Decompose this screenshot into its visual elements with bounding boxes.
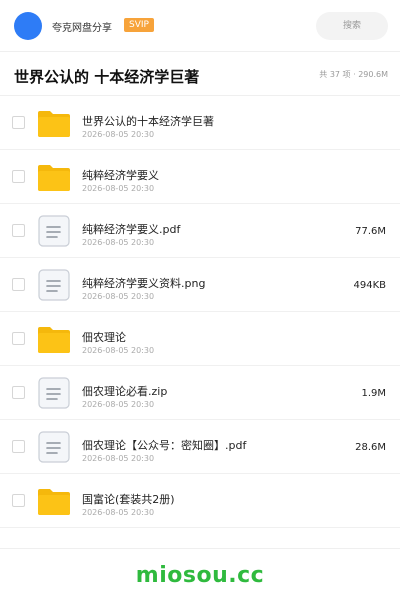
- search-box[interactable]: 搜索: [316, 12, 388, 40]
- file-name[interactable]: 纯粹经济学要义.pdf: [82, 221, 180, 237]
- row-checkbox[interactable]: [12, 278, 25, 291]
- folder-icon: [38, 107, 70, 139]
- file-row[interactable]: 佃农理论 2026-08-05 20:30: [0, 312, 400, 366]
- row-checkbox[interactable]: [12, 386, 25, 399]
- item-count-size: 共 37 项 · 290.6M: [319, 70, 388, 79]
- file-date: 2026-08-05 20:30: [82, 184, 155, 193]
- file-date: 2026-08-05 20:30: [82, 130, 155, 139]
- folder-icon: [38, 485, 70, 517]
- brand-watermark: miosou.cc: [135, 563, 265, 588]
- owner-name: 夸克网盘分享: [52, 23, 112, 34]
- file-row[interactable]: 佃农理论【公众号：密知圈】.pdf 2026-08-05 20:30 28.6M: [0, 420, 400, 474]
- file-row[interactable]: 佃农理论必看.zip 2026-08-05 20:30 1.9M: [0, 366, 400, 420]
- share-header: 夸克网盘分享 SVIP 搜索: [0, 0, 400, 52]
- row-checkbox[interactable]: [12, 332, 25, 345]
- file-row[interactable]: 纯粹经济学要义资料.png 2026-08-05 20:30 494KB: [0, 258, 400, 312]
- file-row[interactable]: 纯粹经济学要义 2026-08-05 20:30: [0, 150, 400, 204]
- folder-icon: [38, 161, 70, 193]
- folder-icon: [38, 323, 70, 355]
- row-checkbox[interactable]: [12, 494, 25, 507]
- file-date: 2026-08-05 20:30: [82, 454, 155, 463]
- document-icon: [38, 431, 70, 463]
- file-size: 494KB: [353, 280, 386, 291]
- document-icon: [38, 377, 70, 409]
- row-checkbox[interactable]: [12, 224, 25, 237]
- file-name[interactable]: 纯粹经济学要义: [82, 167, 159, 183]
- file-list: 世界公认的十本经济学巨著 2026-08-05 20:30 纯粹经济学要义 2026-…: [0, 96, 400, 528]
- file-row[interactable]: 纯粹经济学要义.pdf 2026-08-05 20:30 77.6M: [0, 204, 400, 258]
- file-date: 2026-08-05 20:30: [82, 346, 155, 355]
- page-title: 世界公认的 十本经济学巨著: [14, 68, 200, 86]
- document-icon: [38, 215, 70, 247]
- file-name[interactable]: 世界公认的十本经济学巨著: [82, 113, 214, 129]
- folder-titlebar: 世界公认的 十本经济学巨著 共 37 项 · 290.6M: [0, 52, 400, 96]
- row-checkbox[interactable]: [12, 170, 25, 183]
- footer: miosou.cc: [0, 548, 400, 600]
- file-name[interactable]: 国富论(套装共2册): [82, 491, 175, 507]
- file-size: 1.9M: [361, 388, 386, 399]
- row-checkbox[interactable]: [12, 116, 25, 129]
- file-name[interactable]: 纯粹经济学要义资料.png: [82, 275, 205, 291]
- file-row[interactable]: 国富论(套装共2册) 2026-08-05 20:30: [0, 474, 400, 528]
- file-row[interactable]: 世界公认的十本经济学巨著 2026-08-05 20:30: [0, 96, 400, 150]
- document-icon: [38, 269, 70, 301]
- svip-badge: SVIP: [124, 18, 154, 32]
- file-date: 2026-08-05 20:30: [82, 508, 155, 517]
- file-size: 28.6M: [355, 442, 386, 453]
- file-name[interactable]: 佃农理论必看.zip: [82, 383, 167, 399]
- file-name[interactable]: 佃农理论【公众号：密知圈】.pdf: [82, 437, 246, 453]
- file-date: 2026-08-05 20:30: [82, 292, 155, 301]
- file-date: 2026-08-05 20:30: [82, 238, 155, 247]
- file-size: 77.6M: [355, 226, 386, 237]
- file-date: 2026-08-05 20:30: [82, 400, 155, 409]
- row-checkbox[interactable]: [12, 440, 25, 453]
- file-name[interactable]: 佃农理论: [82, 329, 126, 345]
- avatar[interactable]: [14, 12, 42, 40]
